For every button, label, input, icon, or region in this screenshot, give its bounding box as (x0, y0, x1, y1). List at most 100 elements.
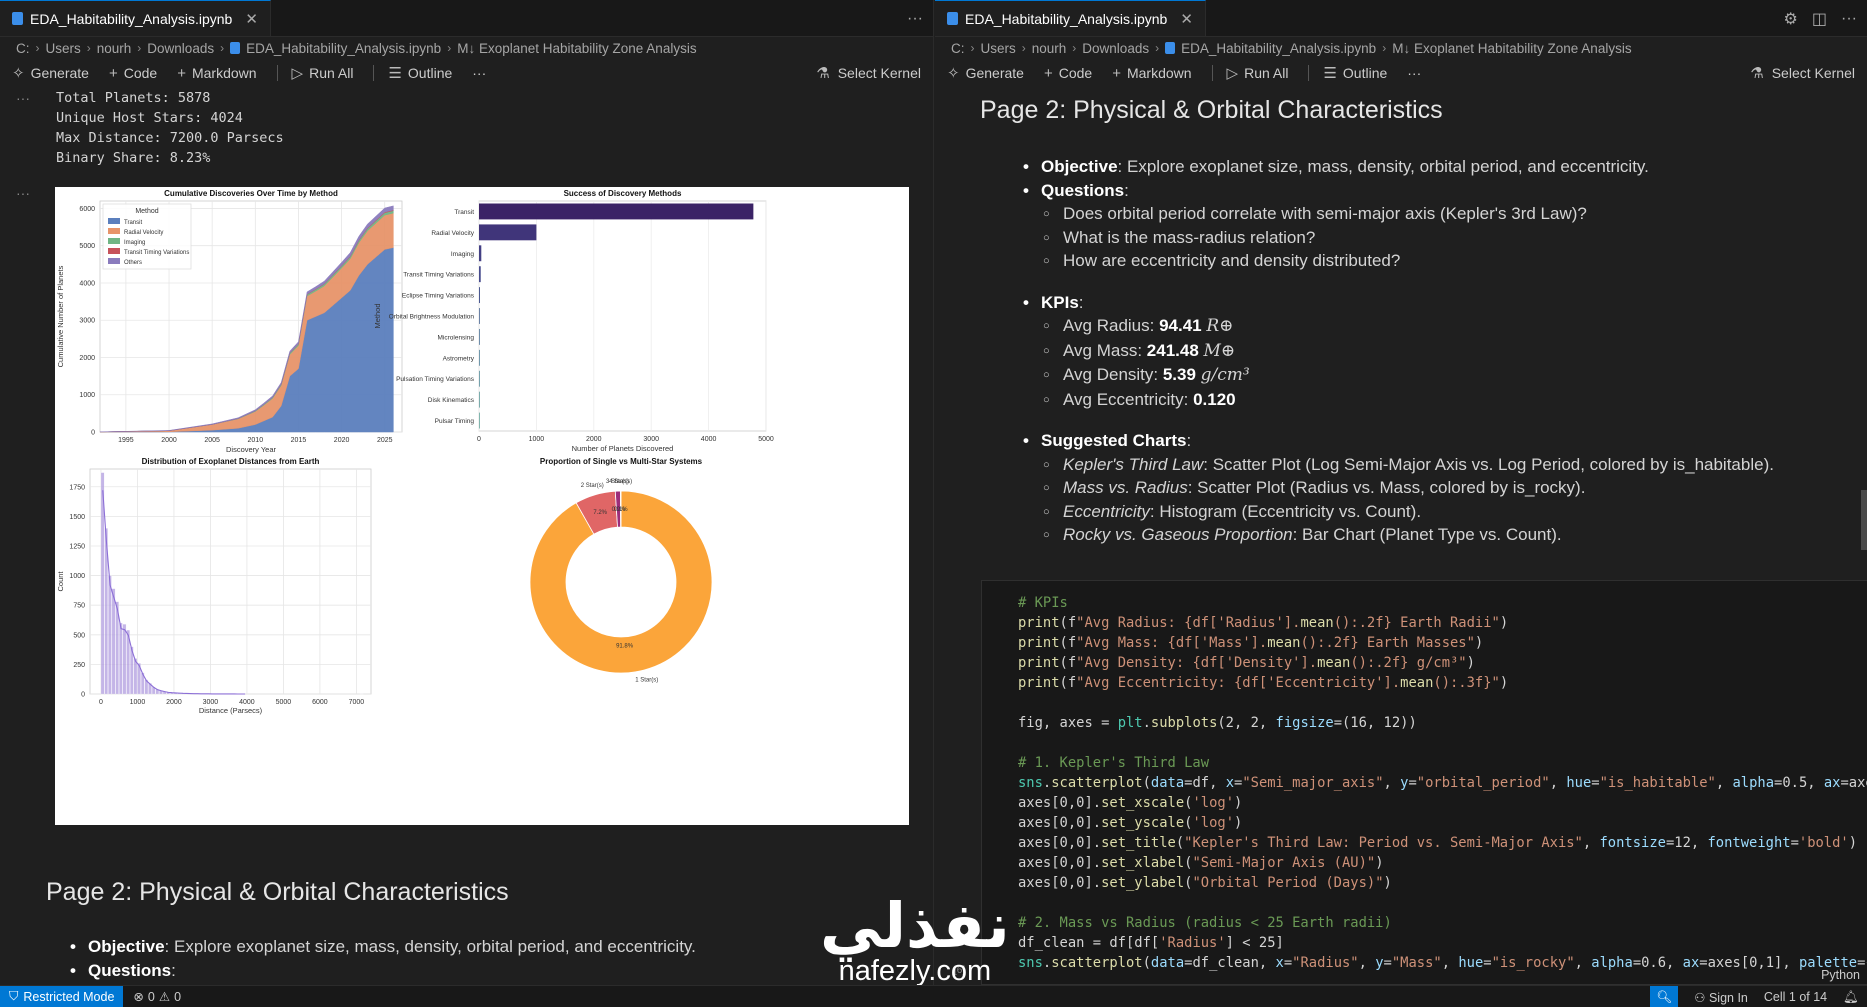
stat-host-stars: Unique Host Stars: 4024 (56, 110, 243, 126)
histogram-bar (122, 623, 127, 695)
add-markdown-button[interactable]: + Markdown (177, 65, 256, 82)
more-actions-icon[interactable]: ··· (1841, 10, 1857, 28)
code-label: Code (1058, 65, 1093, 81)
code-line[interactable]: # 1. Kepler's Third Law (1018, 753, 1867, 773)
output-collapse-icon[interactable]: ··· (16, 90, 30, 106)
x-tick-label: 0 (99, 699, 103, 706)
code-line[interactable]: print(f"Avg Radius: {df['Radius'].mean()… (1018, 613, 1867, 633)
run-all-icon: ▷ (1226, 65, 1239, 82)
breadcrumb-file[interactable]: EDA_Habitability_Analysis.ipynb (1181, 41, 1376, 56)
outline-label: Outline (1342, 65, 1388, 81)
notebook-file-icon (1165, 42, 1176, 54)
select-kernel-button[interactable]: ⚗ Select Kernel (816, 64, 921, 82)
generate-button[interactable]: ✧ Generate (12, 64, 89, 82)
code-line[interactable]: sns.scatterplot(data=df_clean, x="Radius… (1018, 953, 1867, 973)
toolbar-more-button[interactable]: ··· (1407, 65, 1421, 81)
tab-notebook-right[interactable]: EDA_Habitability_Analysis.ipynb ✕ (935, 0, 1206, 36)
kpi-label: Avg Mass: (1063, 340, 1147, 360)
code-line[interactable] (1018, 733, 1867, 753)
run-all-button[interactable]: ▷ Run All (1227, 64, 1289, 82)
breadcrumb-user[interactable]: nourh (97, 41, 132, 56)
sign-in-button[interactable]: ⚇ Sign In (1694, 990, 1748, 1005)
more-actions-icon[interactable]: ··· (907, 10, 923, 28)
code-line[interactable]: print(f"Avg Mass: {df['Mass'].mean():.2f… (1018, 633, 1867, 653)
code-editor[interactable]: # KPIs print(f"Avg Radius: {df['Radius'].… (1018, 593, 1867, 973)
tab-notebook-left[interactable]: EDA_Habitability_Analysis.ipynb ✕ (0, 0, 271, 36)
code-line[interactable]: axes[0,0].set_title("Kepler's Third Law:… (1018, 833, 1867, 853)
code-line[interactable]: axes[0,0].set_ylabel("Orbital Period (Da… (1018, 873, 1867, 893)
code-line[interactable]: fig, axes = plt.subplots(2, 2, figsize=(… (1018, 713, 1867, 733)
notebook-file-icon (230, 42, 241, 54)
code-line[interactable]: axes[0,0].set_yscale('log') (1018, 813, 1867, 833)
y-tick-label: 0 (91, 430, 95, 437)
breadcrumb-drive[interactable]: C: (951, 41, 965, 56)
breadcrumb-users[interactable]: Users (46, 41, 81, 56)
code-line[interactable]: print(f"Avg Eccentricity: {df['Eccentric… (1018, 673, 1867, 693)
gear-icon[interactable]: ⚙ (1784, 9, 1798, 29)
x-axis-label: Number of Planets Discovered (572, 444, 674, 453)
question-item: What is the mass-radius relation? (1021, 226, 1774, 249)
toolbar-more-button[interactable]: ··· (472, 65, 486, 81)
restricted-mode-button[interactable]: ⛉ Restricted Mode (0, 985, 124, 1007)
y-tick-label: 250 (73, 662, 85, 669)
problems-button[interactable]: ⊗ 0 ⚠ 0 (133, 989, 181, 1005)
chevron-right-icon: › (86, 41, 91, 55)
x-tick-label: 2015 (291, 437, 307, 444)
legend-swatch (108, 258, 120, 264)
code-line[interactable]: # 2. Mass vs Radius (radius < 25 Earth r… (1018, 913, 1867, 933)
outline-button[interactable]: ☰ Outline (388, 64, 452, 82)
stat-binary-share: Binary Share: 8.23% (56, 150, 211, 166)
breadcrumb-downloads[interactable]: Downloads (1082, 41, 1149, 56)
legend-label: Radial Velocity (124, 230, 163, 236)
code-line[interactable]: df_clean = df[df['Radius'] < 25] (1018, 933, 1867, 953)
breadcrumb-file[interactable]: EDA_Habitability_Analysis.ipynb (246, 41, 441, 56)
cell-language-label[interactable]: Python (1821, 968, 1860, 982)
output-collapse-icon[interactable]: ··· (16, 185, 30, 201)
add-code-button[interactable]: + Code (109, 65, 157, 82)
code-line[interactable]: sns.scatterplot(data=df, x="Semi_major_a… (1018, 773, 1867, 793)
code-line[interactable] (1018, 693, 1867, 713)
chart-suggestion: Kepler's Third Law: Scatter Plot (Log Se… (1021, 453, 1774, 476)
legend-label: Transit (124, 220, 142, 226)
breadcrumb-drive[interactable]: C: (16, 41, 30, 56)
cell-indicator[interactable]: Cell 1 of 14 (1764, 990, 1827, 1004)
breadcrumb-downloads[interactable]: Downloads (147, 41, 214, 56)
code-line[interactable]: print(f"Avg Density: {df['Density'].mean… (1018, 653, 1867, 673)
split-editor-icon[interactable]: ◫ (1812, 9, 1827, 29)
close-tab-icon[interactable]: ✕ (1180, 10, 1193, 28)
scrollbar-thumb[interactable] (1861, 490, 1867, 550)
kpi-unit: M⊕ (1203, 340, 1236, 361)
code-line[interactable]: # KPIs (1018, 593, 1867, 613)
bell-icon[interactable]: 🔔︎ (1843, 990, 1859, 1005)
add-code-button[interactable]: + Code (1044, 65, 1092, 82)
code-line[interactable]: axes[0,0].set_xscale('log') (1018, 793, 1867, 813)
select-kernel-button[interactable]: ⚗ Select Kernel (1750, 64, 1855, 82)
notebook-file-icon (947, 12, 958, 25)
markdown-label: Markdown (1126, 65, 1192, 81)
legend-label: Transit Timing Variations (124, 250, 189, 256)
chart-suggestion: Eccentricity: Histogram (Eccentricity vs… (1021, 500, 1774, 523)
x-tick-label: 5000 (758, 436, 774, 443)
add-markdown-button[interactable]: + Markdown (1112, 65, 1191, 82)
code-line[interactable] (1018, 893, 1867, 913)
toolbar-divider (276, 65, 278, 81)
breadcrumb: C: › Users › nourh › Downloads › EDA_Habitab… (0, 37, 933, 59)
breadcrumb-section[interactable]: M↓ Exoplanet Habitability Zone Analysis (1392, 41, 1631, 56)
outline-button[interactable]: ☰ Outline (1323, 64, 1387, 82)
zoom-icon[interactable]: 🔍︎ (1650, 986, 1679, 1007)
breadcrumb-section[interactable]: M↓ Exoplanet Habitability Zone Analysis (457, 41, 696, 56)
breadcrumb-users[interactable]: Users (981, 41, 1016, 56)
charts-item: Suggested Charts: (1021, 429, 1774, 453)
notebook-toolbar: ✧ Generate + Code + Markdown ▷ Run All ☰ Outl… (935, 59, 1867, 87)
close-tab-icon[interactable]: ✕ (245, 10, 258, 28)
generate-button[interactable]: ✧ Generate (947, 64, 1024, 82)
legend-swatch (108, 248, 120, 254)
chevron-right-icon: › (220, 41, 225, 55)
chart-desc: : Scatter Plot (Log Semi-Major Axis vs. … (1203, 454, 1774, 474)
run-all-button[interactable]: ▷ Run All (292, 64, 354, 82)
breadcrumb-user[interactable]: nourh (1032, 41, 1067, 56)
code-line[interactable]: axes[0,0].set_xlabel("Semi-Major Axis (A… (1018, 853, 1867, 873)
bar-transit (479, 203, 754, 220)
y-tick-label: Transit (454, 209, 474, 216)
code-cell[interactable]: # KPIs print(f"Avg Radius: {df['Radius'].… (981, 580, 1867, 985)
